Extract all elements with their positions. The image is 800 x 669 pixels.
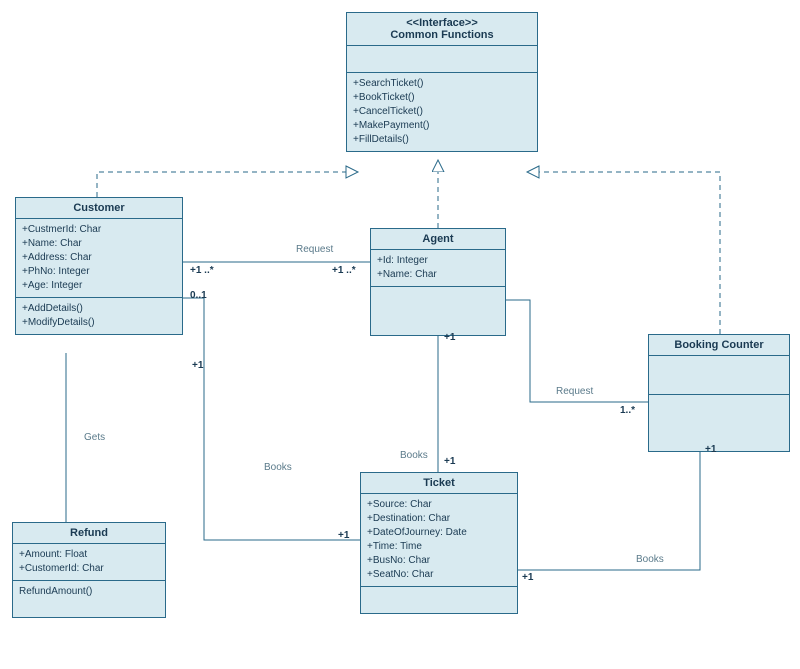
op: +SearchTicket() bbox=[353, 77, 531, 91]
op: +FillDetails() bbox=[353, 133, 531, 147]
attr: +Time: Time bbox=[367, 540, 511, 554]
class-name: Agent bbox=[377, 233, 499, 245]
label-request: Request bbox=[556, 386, 593, 397]
operations: +SearchTicket() +BookTicket() +CancelTic… bbox=[347, 73, 537, 151]
attr: +BusNo: Char bbox=[367, 554, 511, 568]
mult: +1 bbox=[705, 444, 716, 455]
class-name: Common Functions bbox=[353, 29, 531, 41]
class-name-section: Booking Counter bbox=[649, 335, 789, 356]
class-name-section: Customer bbox=[16, 198, 182, 219]
attr: +Destination: Char bbox=[367, 512, 511, 526]
ops-empty bbox=[371, 287, 505, 335]
operations: +AddDetails() +ModifyDetails() bbox=[16, 298, 182, 334]
class-name: Ticket bbox=[367, 477, 511, 489]
op: +MakePayment() bbox=[353, 119, 531, 133]
label-request: Request bbox=[296, 244, 333, 255]
mult: +1 ..* bbox=[190, 265, 214, 276]
class-customer: Customer +CustmerId: Char +Name: Char +A… bbox=[15, 197, 183, 335]
attr: +Name: Char bbox=[22, 237, 176, 251]
attrs-empty bbox=[649, 356, 789, 395]
class-name-section: Ticket bbox=[361, 473, 517, 494]
class-name: Refund bbox=[19, 527, 159, 539]
op: +AddDetails() bbox=[22, 302, 176, 316]
label-books: Books bbox=[400, 450, 428, 461]
attr: +Address: Char bbox=[22, 251, 176, 265]
class-agent: Agent +Id: Integer +Name: Char bbox=[370, 228, 506, 336]
class-name: Booking Counter bbox=[655, 339, 783, 351]
attributes: +CustmerId: Char +Name: Char +Address: C… bbox=[16, 219, 182, 298]
attr: +Id: Integer bbox=[377, 254, 499, 268]
label-gets: Gets bbox=[84, 432, 105, 443]
class-common-functions: <<Interface>> Common Functions +SearchTi… bbox=[346, 12, 538, 152]
class-name: Customer bbox=[22, 202, 176, 214]
attr: +CustmerId: Char bbox=[22, 223, 176, 237]
mult: 1..* bbox=[620, 405, 635, 416]
op: RefundAmount() bbox=[19, 585, 159, 599]
attr: +Age: Integer bbox=[22, 279, 176, 293]
class-refund: Refund +Amount: Float +CustomerId: Char … bbox=[12, 522, 166, 618]
mult: +1 bbox=[444, 332, 455, 343]
op: +ModifyDetails() bbox=[22, 316, 176, 330]
class-ticket: Ticket +Source: Char +Destination: Char … bbox=[360, 472, 518, 614]
class-booking-counter: Booking Counter bbox=[648, 334, 790, 452]
attrs-empty bbox=[347, 46, 537, 73]
ops-empty bbox=[361, 587, 517, 613]
attr: +Amount: Float bbox=[19, 548, 159, 562]
attributes: +Amount: Float +CustomerId: Char bbox=[13, 544, 165, 581]
mult: +1 bbox=[444, 456, 455, 467]
op: +BookTicket() bbox=[353, 91, 531, 105]
mult: 0..1 bbox=[190, 290, 207, 301]
class-name-section: Refund bbox=[13, 523, 165, 544]
mult: +1 ..* bbox=[332, 265, 356, 276]
attr: +Source: Char bbox=[367, 498, 511, 512]
attr: +PhNo: Integer bbox=[22, 265, 176, 279]
class-name-section: <<Interface>> Common Functions bbox=[347, 13, 537, 46]
mult: +1 bbox=[522, 572, 533, 583]
label-books: Books bbox=[636, 554, 664, 565]
attributes: +Id: Integer +Name: Char bbox=[371, 250, 505, 287]
attr: +CustomerId: Char bbox=[19, 562, 159, 576]
attr: +Name: Char bbox=[377, 268, 499, 282]
ops-empty bbox=[649, 395, 789, 451]
attr: +DateOfJourney: Date bbox=[367, 526, 511, 540]
mult: +1 bbox=[338, 530, 349, 541]
mult: +1 bbox=[192, 360, 203, 371]
attributes: +Source: Char +Destination: Char +DateOf… bbox=[361, 494, 517, 587]
attr: +SeatNo: Char bbox=[367, 568, 511, 582]
operations: RefundAmount() bbox=[13, 581, 165, 617]
label-books: Books bbox=[264, 462, 292, 473]
class-name-section: Agent bbox=[371, 229, 505, 250]
op: +CancelTicket() bbox=[353, 105, 531, 119]
stereotype: <<Interface>> bbox=[353, 17, 531, 29]
